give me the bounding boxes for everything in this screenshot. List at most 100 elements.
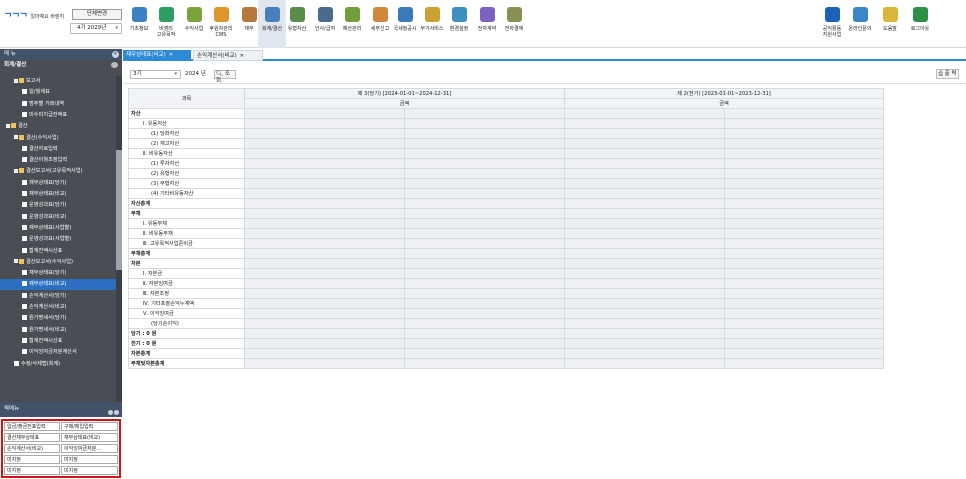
amount-cell[interactable]	[564, 198, 725, 209]
menu-tree-item[interactable]: 결산보고서(고유목적사업)	[0, 166, 116, 177]
close-icon[interactable]: ✕	[112, 51, 119, 58]
quick-menu-item[interactable]: 미지정	[4, 466, 60, 475]
amount-cell[interactable]	[244, 168, 405, 179]
menu-tree-item[interactable]: 운영성과표(사업별)	[0, 234, 116, 245]
module-3[interactable]: 후원자관리 CMS	[207, 0, 235, 48]
menu-tree-item[interactable]: 합계잔액시산표	[0, 336, 116, 347]
amount-cell[interactable]	[244, 158, 405, 169]
utility-3[interactable]: 로그아웃	[906, 0, 934, 48]
menu-tree-item[interactable]: 결산이월조정입력	[0, 155, 116, 166]
module-7[interactable]: 인사/급여	[311, 0, 339, 48]
utility-2[interactable]: 도움말	[876, 0, 904, 48]
module-12[interactable]: 환경설정	[445, 0, 473, 48]
quick-menu-item[interactable]: 손익계산서(비교)	[4, 444, 60, 453]
amount-cell[interactable]	[404, 328, 565, 339]
fiscal-year-select[interactable]: 4기 2029년 ▾	[70, 23, 122, 34]
menu-tree-item[interactable]: 합계잔액시산표	[0, 246, 116, 257]
print-button[interactable]: ⎙ 출 력	[936, 69, 959, 79]
amount-cell[interactable]	[724, 198, 884, 209]
amount-cell[interactable]	[564, 348, 725, 359]
change-organization-button[interactable]: 단체변경	[72, 9, 122, 20]
amount-cell[interactable]	[564, 148, 725, 159]
amount-cell[interactable]	[564, 218, 725, 229]
amount-cell[interactable]	[244, 138, 405, 149]
amount-cell[interactable]	[404, 118, 565, 129]
amount-cell[interactable]	[404, 228, 565, 239]
menu-tree-item[interactable]: 결산보고서(수익사업)	[0, 257, 116, 268]
amount-cell[interactable]	[564, 278, 725, 289]
menu-tree-item[interactable]: 손익계산서(당기)	[0, 291, 116, 302]
amount-cell[interactable]	[404, 338, 565, 349]
amount-cell[interactable]	[404, 108, 565, 119]
amount-cell[interactable]	[244, 348, 405, 359]
close-icon[interactable]: ✕	[169, 52, 173, 58]
amount-cell[interactable]	[564, 268, 725, 279]
menu-tree-item[interactable]: 일/월계표	[0, 87, 116, 98]
module-13[interactable]: 전자계약	[473, 0, 501, 48]
menu-tree-item[interactable]: 재무상태표(비교)	[0, 189, 116, 200]
amount-cell[interactable]	[564, 128, 725, 139]
amount-cell[interactable]	[724, 278, 884, 289]
quick-menu-item[interactable]: 미지정	[61, 466, 118, 475]
amount-cell[interactable]	[564, 238, 725, 249]
quick-menu-item[interactable]: 구매/매입입력	[61, 422, 118, 431]
amount-cell[interactable]	[404, 298, 565, 309]
menu-section-title[interactable]: 회계/결산	[0, 60, 122, 70]
expand-toggle-icon[interactable]	[14, 78, 18, 83]
amount-cell[interactable]	[244, 258, 405, 269]
amount-cell[interactable]	[244, 308, 405, 319]
amount-cell[interactable]	[244, 278, 405, 289]
amount-cell[interactable]	[564, 338, 725, 349]
module-6[interactable]: 유형자산	[283, 0, 311, 48]
amount-cell[interactable]	[724, 248, 884, 259]
module-14[interactable]: 전자결재	[500, 0, 528, 48]
menu-tree-item[interactable]: 운영성과표(비교)	[0, 212, 116, 223]
amount-cell[interactable]	[564, 258, 725, 269]
menu-tree-item[interactable]: 원가명세서(당기)	[0, 313, 116, 324]
amount-cell[interactable]	[564, 208, 725, 219]
amount-cell[interactable]	[404, 268, 565, 279]
amount-cell[interactable]	[404, 278, 565, 289]
amount-cell[interactable]	[724, 268, 884, 279]
account-column-header[interactable]: 과목	[128, 88, 245, 109]
amount-cell[interactable]	[244, 288, 405, 299]
amount-cell[interactable]	[404, 318, 565, 329]
amount-cell[interactable]	[724, 258, 884, 269]
amount-cell[interactable]	[724, 228, 884, 239]
amount-cell[interactable]	[564, 318, 725, 329]
quick-menu-item[interactable]: 미지정	[4, 455, 60, 464]
amount-cell[interactable]	[244, 358, 405, 369]
amount-cell[interactable]	[724, 328, 884, 339]
amount-cell[interactable]	[564, 308, 725, 319]
amount-cell[interactable]	[404, 218, 565, 229]
menu-tree-item[interactable]: 결산(수익사업)	[0, 133, 116, 144]
amount-cell[interactable]	[404, 308, 565, 319]
amount-cell[interactable]	[404, 158, 565, 169]
amount-cell[interactable]	[564, 328, 725, 339]
amount-cell[interactable]	[564, 188, 725, 199]
amount-cell[interactable]	[244, 248, 405, 259]
amount-cell[interactable]	[404, 178, 565, 189]
amount-cell[interactable]	[724, 118, 884, 129]
quick-menu-item[interactable]: 미지정	[61, 455, 118, 464]
amount-cell[interactable]	[724, 308, 884, 319]
tab-1[interactable]: 손익계산서(비교) ✕	[193, 50, 263, 61]
amount-cell[interactable]	[244, 268, 405, 279]
amount-cell[interactable]	[564, 108, 725, 119]
expand-toggle-icon[interactable]	[14, 135, 18, 139]
quick-menu-item[interactable]: 입금/출금전표입력	[4, 422, 60, 431]
quick-menu-item[interactable]: 재무상태표(비교)	[61, 433, 118, 442]
amount-cell[interactable]	[404, 358, 565, 369]
amount-cell[interactable]	[724, 358, 884, 369]
amount-cell[interactable]	[404, 248, 565, 259]
amount-cell[interactable]	[564, 358, 725, 369]
amount-cell[interactable]	[724, 288, 884, 299]
amount-cell[interactable]	[244, 338, 405, 349]
amount-cell[interactable]	[244, 228, 405, 239]
amount-cell[interactable]	[724, 168, 884, 179]
amount-cell[interactable]	[244, 198, 405, 209]
amount-cell[interactable]	[404, 128, 565, 139]
utility-1[interactable]: 온라인문의	[846, 0, 874, 48]
amount-cell[interactable]	[404, 238, 565, 249]
amount-cell[interactable]	[404, 288, 565, 299]
